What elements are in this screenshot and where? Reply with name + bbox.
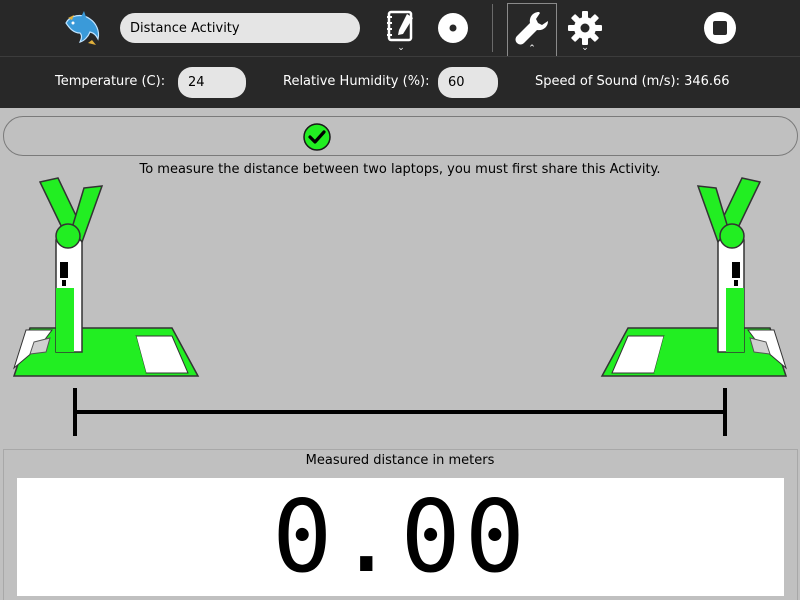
left-laptop-illustration [12,177,200,377]
tools-tab[interactable]: ⌃ [507,3,557,56]
chevron-down-icon: ⌄ [581,43,589,53]
gear-icon[interactable]: ⌄ [560,0,610,56]
share-network-icon[interactable] [432,0,474,56]
journal-notebook-icon[interactable]: ⌄ [380,0,422,56]
temperature-input[interactable] [178,67,246,98]
result-display: 0.00 [17,478,784,596]
stop-icon[interactable] [696,0,744,56]
chevron-up-icon: ⌃ [528,44,536,54]
speed-of-sound-readout: Speed of Sound (m/s): 346.66 [535,74,730,89]
humidity-label: Relative Humidity (%): [283,74,430,89]
right-laptop-illustration [600,177,788,377]
environment-settings-bar: Temperature (C): Relative Humidity (%): … [0,56,800,108]
toolbar-separator [492,4,493,52]
distance-illustration [12,177,788,436]
distance-value: 0.00 [272,478,529,595]
temperature-label: Temperature (C): [55,74,166,89]
checkmark-icon [303,123,331,151]
distance-ruler-line [73,388,727,436]
humidity-input[interactable] [438,67,498,98]
activity-title-input[interactable] [120,13,360,43]
result-label: Measured distance in meters [305,453,495,468]
wrench-icon [515,12,548,45]
status-bar [3,116,798,156]
dolphin-activity-icon[interactable] [58,0,108,56]
activity-toolbar: ⌄ ⌃ ⌄ [0,0,800,56]
chevron-down-icon: ⌄ [397,43,405,53]
